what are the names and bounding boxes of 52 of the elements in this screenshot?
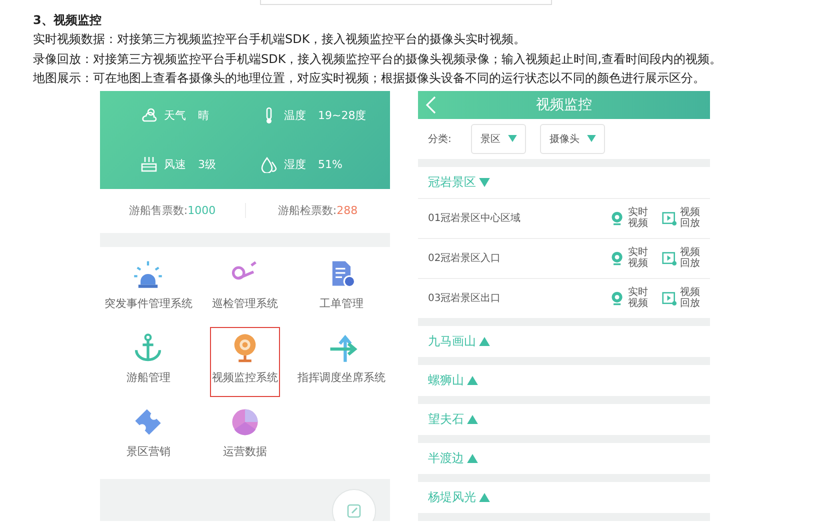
weather-value: 19~28度 <box>318 108 366 122</box>
app-shortcut[interactable]: 指挥调度坐席系统 <box>294 326 389 396</box>
back-icon <box>426 96 436 114</box>
webcam-icon <box>610 250 625 266</box>
app-shortcut[interactable]: 运营数据 <box>198 400 292 470</box>
paragraph: 地图展示：可在地图上查看各摄像头的地理位置，对应实时视频；根据摄像头设备不同的运行状态以不同的颜色进行展示区分。 <box>33 70 706 87</box>
weather-label: 湿度 <box>284 156 306 172</box>
paragraph: 实时视频数据：对接第三方视频监控平台手机端SDK，接入视频监控平台的摄像头实时视频。 <box>33 31 527 48</box>
ticket-label: 游船售票数: <box>128 204 188 217</box>
camera-action-button[interactable]: 实时视频 <box>610 207 648 229</box>
weather-label: 风速 <box>164 156 186 172</box>
weather-value: 51% <box>318 158 342 170</box>
cloud-sun-icon <box>140 106 158 124</box>
camera-name: 01冠岩景区中心区域 <box>428 212 521 225</box>
edit-button[interactable] <box>332 488 376 520</box>
camera-name: 03冠岩景区出口 <box>428 292 501 305</box>
app-shortcut[interactable]: 视频监控系统 <box>210 326 280 396</box>
water-drops-icon <box>260 155 278 173</box>
webcam-icon <box>610 290 625 306</box>
app-shortcut[interactable]: 突发事件管理系统 <box>101 252 196 322</box>
camera-name: 02冠岩景区入口 <box>428 252 501 265</box>
app-shortcut[interactable]: 工单管理 <box>294 252 389 322</box>
ticket-count: 288 <box>336 204 358 217</box>
app-shortcut[interactable]: 景区营销 <box>101 400 196 470</box>
screen-title: 视频监控 <box>536 96 592 114</box>
dropdown[interactable]: 景区 <box>471 124 526 154</box>
webcam-icon <box>610 210 625 226</box>
camera-action-button[interactable]: 实时视频 <box>610 247 648 269</box>
weather-value: 晴 <box>198 108 209 122</box>
heater-icon <box>140 155 158 173</box>
camera-action-button[interactable]: 视频回放 <box>662 247 700 269</box>
app-shortcut[interactable]: 巡检管理系统 <box>198 252 292 322</box>
weather-label: 天气 <box>164 108 186 122</box>
edit-icon <box>346 502 362 518</box>
filter-label: 分类: <box>428 132 452 146</box>
paragraph: 录像回放：对接第三方视频监控平台手机端SDK，接入视频监控平台的摄像头视频录像；输入视频起止时间,查看时间段内的视频。 <box>33 50 723 68</box>
weather-label: 温度 <box>284 108 306 122</box>
film-play-icon <box>662 250 677 266</box>
camera-action-button[interactable]: 视频回放 <box>662 287 700 309</box>
film-play-icon <box>662 290 677 306</box>
ticket-label: 游船检票数: <box>278 204 337 217</box>
film-play-icon <box>662 210 677 226</box>
dropdown[interactable]: 摄像头 <box>540 124 606 154</box>
camera-action-button[interactable]: 实时视频 <box>610 287 648 309</box>
camera-action-button[interactable]: 视频回放 <box>662 207 700 229</box>
app-shortcut[interactable]: 游船管理 <box>101 326 196 396</box>
caret-icon <box>508 135 518 142</box>
back-button[interactable] <box>426 96 436 116</box>
section-heading: 3、视频监控 <box>33 12 102 29</box>
caret-icon <box>587 135 596 142</box>
ticket-count: 1000 <box>188 204 216 217</box>
weather-value: 3级 <box>198 156 216 172</box>
